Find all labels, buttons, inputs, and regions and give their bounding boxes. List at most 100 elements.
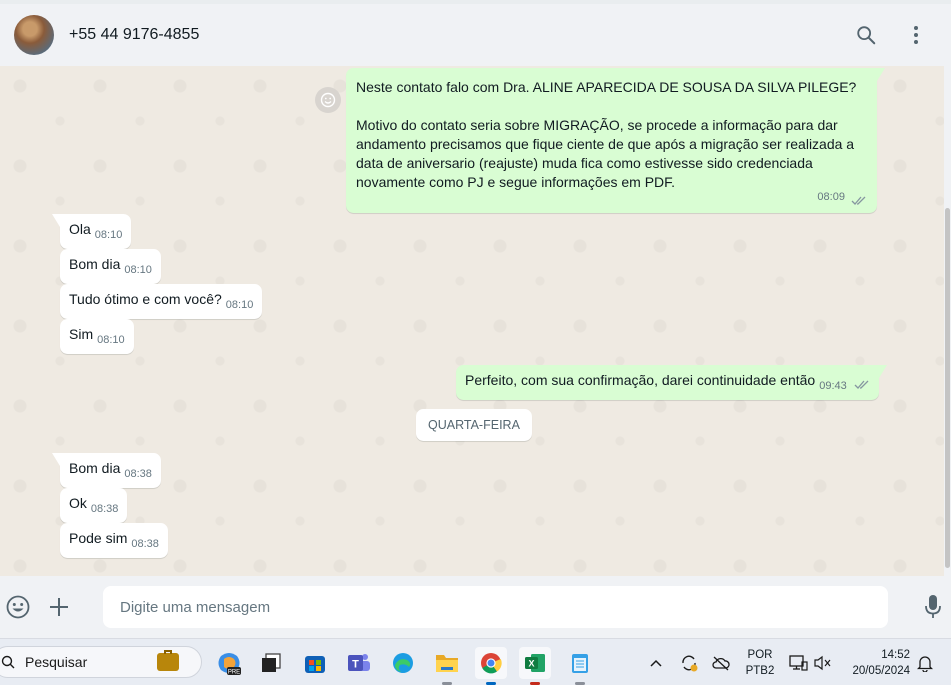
taskbar-file-explorer[interactable] — [431, 647, 463, 685]
cloud-offline-icon — [712, 656, 730, 671]
message-time: 08:38 — [90, 503, 119, 515]
tray-volume[interactable] — [810, 647, 836, 679]
message-time: 08:10 — [97, 334, 125, 346]
sync-icon — [682, 655, 698, 672]
message-time: 08:10 — [94, 229, 123, 241]
kebab-menu-icon — [914, 26, 918, 44]
chat-scrollbar[interactable] — [944, 66, 951, 576]
message-text: Perfeito, com sua confirmação, darei con… — [465, 372, 816, 388]
taskbar-teams[interactable]: T — [343, 647, 375, 679]
notepad-icon — [572, 654, 588, 673]
language-code: POR — [747, 649, 773, 661]
message-incoming[interactable]: Tudo ótimo e com você? 08:10 — [60, 284, 263, 319]
contact-avatar[interactable] — [14, 15, 54, 55]
message-outgoing[interactable]: Perfeito, com sua confirmação, darei con… — [456, 365, 887, 400]
message-text: Tudo ótimo e com você? — [69, 291, 222, 307]
network-icon — [789, 655, 808, 671]
bubble-tail — [52, 214, 60, 227]
contact-name[interactable]: +55 44 9176-4855 — [69, 26, 199, 44]
emoji-icon — [6, 595, 30, 619]
message-time: 08:10 — [225, 299, 254, 311]
plus-icon — [50, 598, 68, 616]
chat-area[interactable]: Neste contato falo com Dra. ALINE APAREC… — [0, 66, 944, 576]
copilot-icon: PRE — [218, 653, 241, 676]
message-text-line: andamento precisamos que fique ciente de… — [356, 136, 855, 152]
emoji-button[interactable] — [1, 590, 35, 624]
menu-button[interactable] — [899, 18, 933, 52]
taskbar-notepad[interactable] — [564, 647, 596, 685]
windows-taskbar: Pesquisar PRE T X POR PTB2 14:52 20/05/2… — [0, 638, 951, 685]
message-time: 08:38 — [131, 538, 159, 550]
header-actions — [849, 18, 933, 52]
message-text: Sim — [69, 326, 94, 342]
input-language[interactable]: POR PTB2 — [744, 647, 776, 679]
message-text: Ola — [69, 221, 91, 237]
bubble-tail — [877, 68, 885, 81]
search-label: Pesquisar — [25, 654, 88, 670]
taskbar-copilot[interactable]: PRE — [213, 647, 245, 679]
message-incoming[interactable]: Pode sim 08:38 — [60, 523, 168, 558]
taskbar-excel[interactable]: X — [519, 647, 551, 685]
chrome-icon — [481, 653, 502, 674]
notifications-button[interactable] — [912, 647, 938, 679]
message-text: Pode sim — [69, 530, 128, 546]
svg-text:PRE: PRE — [228, 670, 240, 676]
message-incoming[interactable]: Bom dia 08:38 — [52, 453, 161, 488]
scrollbar-thumb[interactable] — [945, 208, 950, 568]
message-time: 08:09 — [817, 191, 845, 203]
teams-icon: T — [348, 654, 370, 671]
bell-icon — [917, 656, 933, 672]
message-incoming[interactable]: Sim 08:10 — [60, 319, 134, 354]
double-check-icon — [854, 380, 869, 389]
folder-icon — [436, 655, 458, 672]
attach-button[interactable] — [42, 590, 76, 624]
message-text-line: data de aniversario (reajuste) muda fica… — [356, 155, 813, 171]
taskbar-store[interactable] — [299, 647, 331, 679]
message-time: 09:43 — [819, 380, 847, 392]
clock-time: 14:52 — [881, 649, 910, 661]
taskbar-task-view[interactable] — [255, 647, 287, 679]
voice-message-button[interactable] — [916, 590, 950, 624]
search-icon — [1, 655, 15, 669]
message-input[interactable] — [103, 586, 888, 628]
smiley-icon — [320, 92, 336, 108]
tray-sync[interactable] — [676, 647, 702, 679]
message-composer — [0, 576, 951, 638]
search-icon — [857, 26, 876, 45]
microphone-icon — [925, 595, 941, 618]
reaction-button[interactable] — [315, 87, 341, 113]
volume-muted-icon — [814, 655, 831, 671]
store-icon — [305, 656, 325, 673]
double-check-icon — [851, 196, 866, 205]
search-button[interactable] — [849, 18, 883, 52]
message-text-line: Motivo do contato seria sobre MIGRAÇÃO, … — [356, 117, 838, 133]
message-incoming[interactable]: Ola 08:10 — [52, 214, 132, 249]
date-divider: QUARTA-FEIRA — [416, 409, 532, 441]
svg-text:T: T — [352, 659, 359, 671]
message-text: Bom dia — [69, 460, 121, 476]
system-clock[interactable]: 14:52 20/05/2024 — [842, 647, 910, 679]
bubble-tail — [52, 453, 60, 466]
message-text: Ok — [69, 495, 87, 511]
taskbar-edge[interactable] — [387, 647, 419, 679]
message-time: 08:10 — [124, 264, 152, 276]
tray-network[interactable] — [785, 647, 811, 679]
clock-date: 20/05/2024 — [852, 665, 910, 677]
message-outgoing[interactable]: Neste contato falo com Dra. ALINE APAREC… — [346, 68, 885, 213]
message-incoming[interactable]: Bom dia 08:10 — [60, 249, 161, 284]
message-incoming[interactable]: Ok 08:38 — [60, 488, 128, 523]
message-text: Bom dia — [69, 256, 121, 272]
message-time: 08:38 — [124, 468, 152, 480]
svg-text:X: X — [528, 659, 534, 669]
keyboard-layout: PTB2 — [745, 665, 775, 677]
briefcase-icon — [157, 650, 179, 671]
tray-onedrive[interactable] — [708, 647, 734, 679]
bubble-tail — [878, 365, 887, 378]
taskbar-chrome[interactable] — [475, 647, 507, 685]
message-text-line: Neste contato falo com Dra. ALINE APAREC… — [356, 79, 857, 95]
chevron-up-icon — [650, 659, 662, 667]
taskbar-search[interactable]: Pesquisar — [0, 646, 202, 678]
tray-overflow-button[interactable] — [644, 647, 668, 679]
chat-header: +55 44 9176-4855 — [0, 0, 951, 66]
task-view-icon — [262, 653, 281, 672]
